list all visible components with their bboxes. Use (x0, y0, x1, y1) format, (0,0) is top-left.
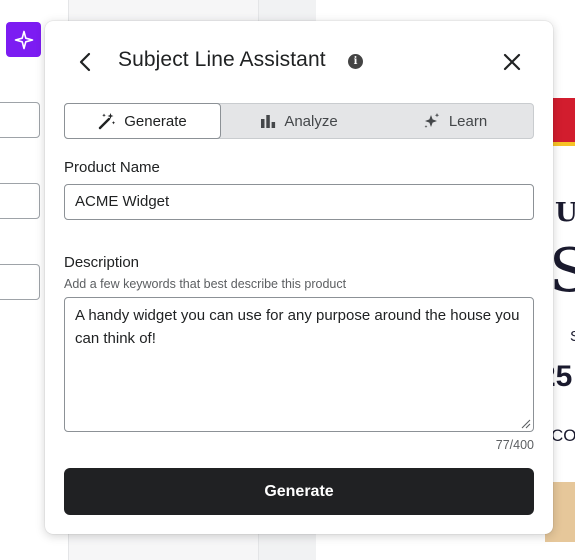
description-text: A handy widget you can use for any purpo… (75, 307, 520, 347)
subject-line-assistant-panel: Subject Line Assistant i Generate Analyz… (45, 21, 553, 534)
magic-wand-icon (99, 113, 116, 130)
tab-analyze[interactable]: Analyze (221, 104, 377, 138)
chevron-left-icon (79, 52, 91, 72)
sparkle-icon (14, 30, 33, 49)
email-text-fragment: CO (551, 426, 575, 445)
product-name-label: Product Name (64, 159, 160, 176)
background-input-3[interactable] (0, 264, 40, 300)
description-help-text: Add a few keywords that best describe th… (64, 277, 347, 291)
tab-analyze-label: Analyze (284, 112, 338, 130)
description-label: Description (64, 254, 140, 271)
tab-learn[interactable]: Learn (377, 104, 533, 138)
back-button[interactable] (74, 50, 98, 74)
sparkles-icon (424, 113, 440, 128)
close-button[interactable] (500, 50, 524, 74)
character-counter: 77/400 (495, 438, 534, 452)
close-icon (503, 53, 521, 71)
resize-handle-icon[interactable] (521, 419, 531, 429)
email-text-fragment: U (555, 198, 575, 228)
info-icon[interactable]: i (348, 54, 363, 69)
email-banner-red (553, 98, 575, 146)
tab-generate[interactable]: Generate (64, 103, 221, 139)
ai-assistant-button[interactable] (6, 22, 41, 57)
mode-tabs: Generate Analyze Learn (64, 103, 534, 139)
bar-chart-icon (261, 115, 276, 128)
tab-learn-label: Learn (448, 112, 488, 130)
description-textarea[interactable]: A handy widget you can use for any purpo… (64, 297, 534, 432)
product-name-input[interactable]: ACME Widget (64, 184, 534, 220)
panel-title: Subject Line Assistant (118, 48, 326, 71)
background-input-1[interactable] (0, 102, 40, 138)
background-input-2[interactable] (0, 183, 40, 219)
tab-generate-label: Generate (124, 112, 187, 130)
generate-button[interactable]: Generate (64, 468, 534, 515)
email-text-fragment: S (570, 328, 575, 345)
